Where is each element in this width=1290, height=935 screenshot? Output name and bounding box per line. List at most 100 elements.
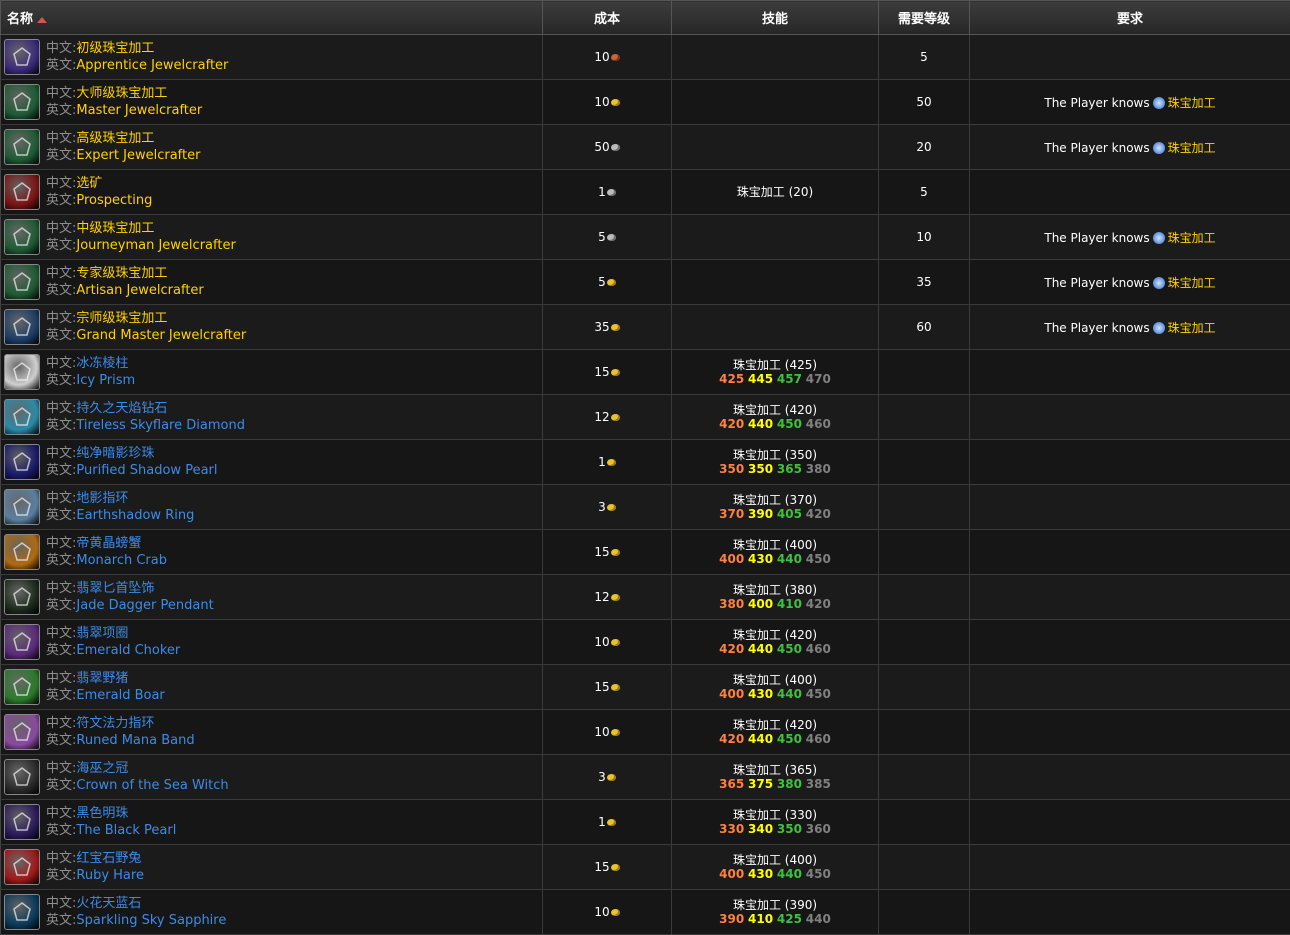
item-name-cn-link[interactable]: 翡翠项圈 bbox=[76, 626, 128, 641]
item-name-cn-link[interactable]: 地影指环 bbox=[76, 491, 128, 506]
ring-icon[interactable] bbox=[4, 489, 40, 525]
item-name-cn-link[interactable]: 海巫之冠 bbox=[76, 761, 128, 776]
item-name-cn-link[interactable]: 红宝石野兔 bbox=[76, 851, 141, 866]
requirement-link[interactable]: 珠宝加工 bbox=[1168, 276, 1216, 290]
table-row: 中文:帝黄晶螃蟹英文:Monarch Crab15珠宝加工 (400)400 4… bbox=[1, 530, 1290, 575]
label-cn: 中文: bbox=[46, 626, 76, 641]
item-name-en-link[interactable]: Crown of the Sea Witch bbox=[76, 778, 228, 793]
name-cell: 中文:中级珠宝加工英文:Journeyman Jewelcrafter bbox=[1, 215, 543, 260]
cost-value: 10 bbox=[594, 50, 609, 64]
gem-green-icon[interactable] bbox=[4, 129, 40, 165]
item-name-en-link[interactable]: Expert Jewelcrafter bbox=[76, 148, 200, 163]
item-name-en-link[interactable]: The Black Pearl bbox=[76, 823, 176, 838]
requirement-cell: The Player knows珠宝加工 bbox=[970, 305, 1290, 350]
skill-requirement: 珠宝加工 (420) bbox=[672, 718, 878, 732]
column-header-cost[interactable]: 成本 bbox=[543, 1, 672, 35]
item-name-en-link[interactable]: Purified Shadow Pearl bbox=[76, 463, 217, 478]
skill-cell: 珠宝加工 (400)400 430 440 450 bbox=[672, 845, 879, 890]
skill-level-orange: 425 bbox=[719, 372, 744, 386]
black-pearl-icon[interactable] bbox=[4, 804, 40, 840]
item-name-en-link[interactable]: Master Jewelcrafter bbox=[76, 103, 202, 118]
table-row: 中文:地影指环英文:Earthshadow Ring3珠宝加工 (370)370… bbox=[1, 485, 1290, 530]
crab-icon[interactable] bbox=[4, 534, 40, 570]
item-name-cn-link[interactable]: 大师级珠宝加工 bbox=[76, 86, 167, 101]
gem-green-icon[interactable] bbox=[4, 219, 40, 255]
item-name-cn-link[interactable]: 火花天蓝石 bbox=[76, 896, 141, 911]
item-name-en-link[interactable]: Earthshadow Ring bbox=[76, 508, 194, 523]
name-line-en: 英文:Icy Prism bbox=[46, 372, 135, 389]
item-name-en-link[interactable]: Icy Prism bbox=[76, 373, 135, 388]
item-name-cn-link[interactable]: 初级珠宝加工 bbox=[76, 41, 154, 56]
gem-purple-icon[interactable] bbox=[4, 39, 40, 75]
dagger-icon[interactable] bbox=[4, 579, 40, 615]
item-name-cn-link[interactable]: 冰冻棱柱 bbox=[76, 356, 128, 371]
jewelcrafting-icon bbox=[1153, 232, 1165, 244]
column-header-skill[interactable]: 技能 bbox=[672, 1, 879, 35]
ore-red-icon[interactable] bbox=[4, 174, 40, 210]
requirement-link[interactable]: 珠宝加工 bbox=[1168, 96, 1216, 110]
item-name-en-link[interactable]: Emerald Boar bbox=[76, 688, 164, 703]
column-header-level[interactable]: 需要等级 bbox=[879, 1, 970, 35]
skill-level-yellow: 440 bbox=[748, 642, 773, 656]
skill-cell: 珠宝加工 (420)420 440 450 460 bbox=[672, 620, 879, 665]
column-header-requirement[interactable]: 要求 bbox=[970, 1, 1290, 35]
item-name-cn-link[interactable]: 黑色明珠 bbox=[76, 806, 128, 821]
item-name-cn-link[interactable]: 专家级珠宝加工 bbox=[76, 266, 167, 281]
cost-cell: 35 bbox=[543, 305, 672, 350]
item-name-cn-link[interactable]: 纯净暗影珍珠 bbox=[76, 446, 154, 461]
skill-level-green: 350 bbox=[777, 822, 802, 836]
cost-value: 12 bbox=[594, 590, 609, 604]
requirement-link[interactable]: 珠宝加工 bbox=[1168, 231, 1216, 245]
cost-cell: 10 bbox=[543, 35, 672, 80]
item-name-cn-link[interactable]: 翡翠匕首坠饰 bbox=[76, 581, 154, 596]
gem-blue-icon[interactable] bbox=[4, 309, 40, 345]
item-name-en-link[interactable]: Apprentice Jewelcrafter bbox=[76, 58, 228, 73]
skill-level-yellow: 430 bbox=[748, 867, 773, 881]
name-lines: 中文:翡翠野猪英文:Emerald Boar bbox=[46, 670, 165, 704]
choker-icon[interactable] bbox=[4, 624, 40, 660]
requirement-link[interactable]: 珠宝加工 bbox=[1168, 141, 1216, 155]
hare-icon[interactable] bbox=[4, 849, 40, 885]
column-header-name-label: 名称 bbox=[7, 12, 33, 27]
gem-green-icon[interactable] bbox=[4, 84, 40, 120]
boar-icon[interactable] bbox=[4, 669, 40, 705]
prism-icon[interactable] bbox=[4, 354, 40, 390]
cost-cell: 3 bbox=[543, 755, 672, 800]
skill-cell: 珠宝加工 (390)390 410 425 440 bbox=[672, 890, 879, 935]
item-name-cn-link[interactable]: 选矿 bbox=[76, 176, 102, 191]
pearl-icon[interactable] bbox=[4, 444, 40, 480]
item-name-cn-link[interactable]: 宗师级珠宝加工 bbox=[76, 311, 167, 326]
requirement-link[interactable]: 珠宝加工 bbox=[1168, 321, 1216, 335]
item-name-cn-link[interactable]: 翡翠野猪 bbox=[76, 671, 128, 686]
requirement-cell bbox=[970, 800, 1290, 845]
item-name-en-link[interactable]: Sparkling Sky Sapphire bbox=[76, 913, 226, 928]
band-icon[interactable] bbox=[4, 714, 40, 750]
table-row: 中文:持久之天焰钻石英文:Tireless Skyflare Diamond12… bbox=[1, 395, 1290, 440]
name-cell: 中文:火花天蓝石英文:Sparkling Sky Sapphire bbox=[1, 890, 543, 935]
name-line-cn: 中文:翡翠匕首坠饰 bbox=[46, 580, 214, 597]
item-name-cn-link[interactable]: 符文法力指环 bbox=[76, 716, 154, 731]
diamond-icon[interactable] bbox=[4, 399, 40, 435]
column-header-name[interactable]: 名称 bbox=[1, 1, 543, 35]
item-name-cn-link[interactable]: 高级珠宝加工 bbox=[76, 131, 154, 146]
item-name-en-link[interactable]: Artisan Jewelcrafter bbox=[76, 283, 203, 298]
item-name-cn-link[interactable]: 中级珠宝加工 bbox=[76, 221, 154, 236]
item-name-en-link[interactable]: Ruby Hare bbox=[76, 868, 144, 883]
requirement-cell: The Player knows珠宝加工 bbox=[970, 215, 1290, 260]
item-name-en-link[interactable]: Runed Mana Band bbox=[76, 733, 194, 748]
item-name-en-link[interactable]: Grand Master Jewelcrafter bbox=[76, 328, 246, 343]
item-name-en-link[interactable]: Emerald Choker bbox=[76, 643, 180, 658]
item-name-en-link[interactable]: Monarch Crab bbox=[76, 553, 167, 568]
gem-green-icon[interactable] bbox=[4, 264, 40, 300]
item-name-en-link[interactable]: Journeyman Jewelcrafter bbox=[76, 238, 235, 253]
item-name-en-link[interactable]: Tireless Skyflare Diamond bbox=[76, 418, 245, 433]
required-level-cell bbox=[879, 575, 970, 620]
item-name-cn-link[interactable]: 持久之天焰钻石 bbox=[76, 401, 167, 416]
sapphire-icon[interactable] bbox=[4, 894, 40, 930]
item-name-en-link[interactable]: Prospecting bbox=[76, 193, 152, 208]
crown-icon[interactable] bbox=[4, 759, 40, 795]
item-name-cn-link[interactable]: 帝黄晶螃蟹 bbox=[76, 536, 141, 551]
skill-level-grey: 420 bbox=[806, 597, 831, 611]
item-name-en-link[interactable]: Jade Dagger Pendant bbox=[76, 598, 213, 613]
name-cell: 中文:选矿英文:Prospecting bbox=[1, 170, 543, 215]
